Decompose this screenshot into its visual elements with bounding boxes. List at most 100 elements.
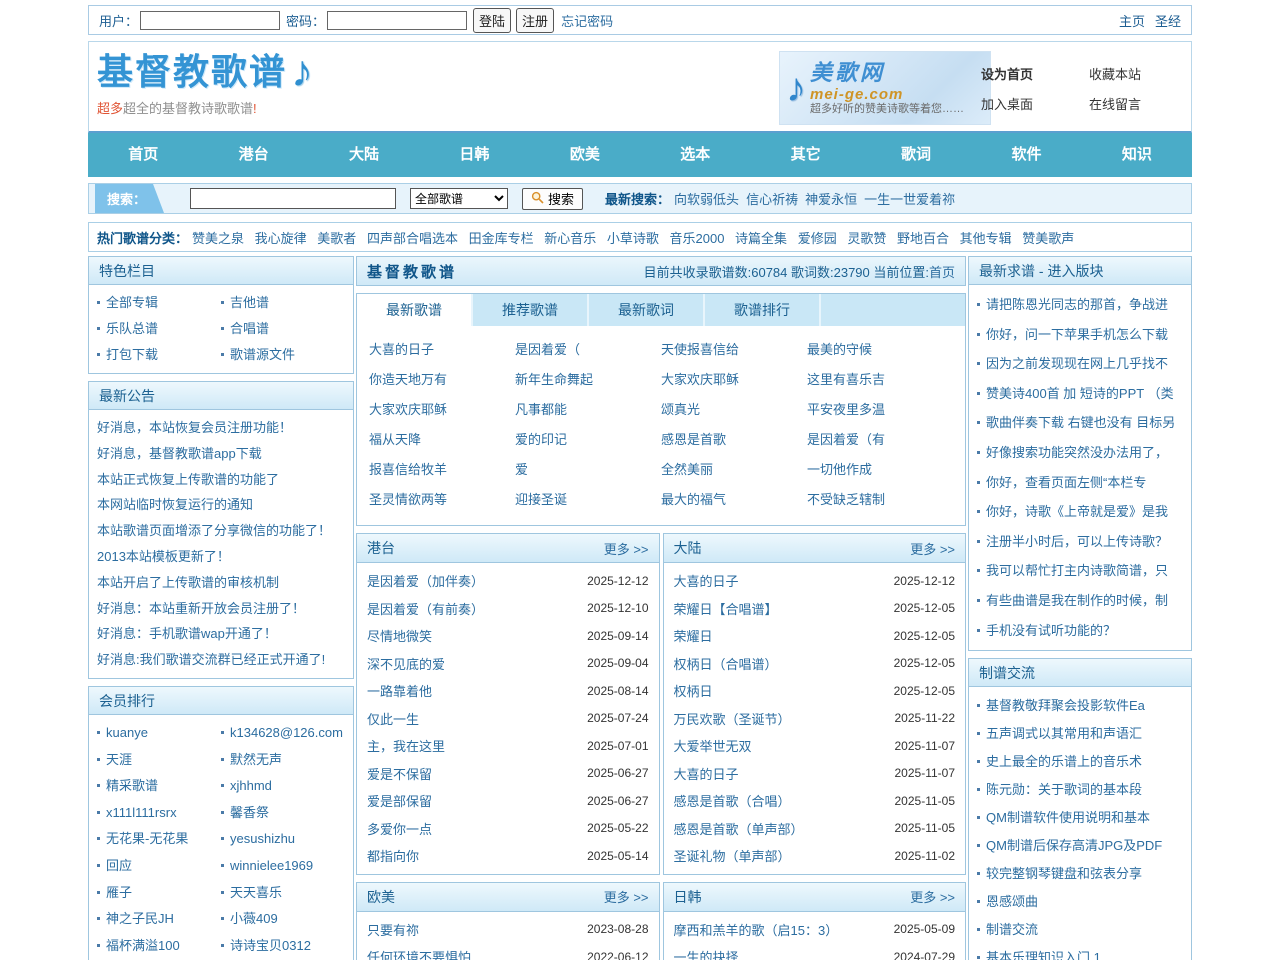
bookmark-site-link[interactable]: 收藏本站 [1089, 64, 1179, 83]
set-homepage-link[interactable]: 设为首页 [981, 64, 1071, 83]
request-link[interactable]: 请把陈恩光同志的那首，争战进 [986, 297, 1168, 312]
request-link[interactable]: 好像搜索功能突然没办法用了， [986, 445, 1168, 460]
song-link[interactable]: 是因着爱（有前奏） [367, 599, 484, 618]
login-button[interactable]: 登陆 [473, 8, 511, 33]
song-link[interactable]: 大喜的日子 [674, 764, 739, 783]
notation-link[interactable]: QM制谱软件使用说明和基本 [986, 810, 1150, 825]
song-link[interactable]: 爱是部保留 [367, 791, 432, 810]
member-link[interactable]: 天涯 [106, 752, 132, 767]
request-link[interactable]: 赞美诗400首 加 短诗的PPT （类 [986, 386, 1174, 401]
tab-latest-lyrics[interactable]: 最新歌词 [589, 294, 705, 326]
song-link[interactable]: 大喜的日子 [674, 571, 739, 590]
member-link[interactable]: 神之子民JH [106, 911, 174, 926]
song-link[interactable]: 爱的印记 [515, 425, 661, 455]
nav-item[interactable]: 软件 [971, 133, 1081, 177]
song-link[interactable]: 多爱你一点 [367, 819, 432, 838]
hot-category-link[interactable]: 其他专辑 [960, 231, 1012, 246]
hot-category-link[interactable]: 赞美之泉 [192, 231, 244, 246]
song-link[interactable]: 只要有祢 [367, 920, 419, 939]
more-link[interactable]: 更多 >> [604, 539, 649, 558]
nav-item[interactable]: 港台 [198, 133, 308, 177]
song-link[interactable]: 福从天降 [369, 425, 515, 455]
request-link[interactable]: 注册半小时后，可以上传诗歌？ [986, 534, 1168, 549]
hot-category-link[interactable]: 小草诗歌 [607, 231, 659, 246]
member-link[interactable]: 小薇409 [230, 911, 278, 926]
register-button[interactable]: 注册 [516, 8, 554, 33]
notation-link[interactable]: 恩感颂曲 [986, 894, 1038, 909]
member-link[interactable]: 福杯满溢100 [106, 938, 180, 953]
nav-item[interactable]: 欧美 [530, 133, 640, 177]
song-link[interactable]: 感恩是首歌（合唱） [674, 791, 791, 810]
announcement-link[interactable]: 好消息，本站恢复会员注册功能！ [97, 420, 292, 435]
song-link[interactable]: 大喜的日子 [369, 335, 515, 365]
announcement-link[interactable]: 本网站临时恢复运行的通知 [97, 497, 253, 512]
song-link[interactable]: 爱 [515, 455, 661, 485]
member-link[interactable]: k134628@126.com [230, 725, 343, 740]
member-link[interactable]: 馨香祭 [230, 805, 269, 820]
song-link[interactable]: 天使报喜信给 [661, 335, 807, 365]
song-link[interactable]: 是因着爱（有 [807, 425, 953, 455]
featured-link[interactable]: 歌谱源文件 [230, 347, 295, 362]
nav-item[interactable]: 日韩 [419, 133, 529, 177]
featured-link[interactable]: 乐队总谱 [106, 321, 158, 336]
hot-category-link[interactable]: 美歌者 [317, 231, 356, 246]
meige-banner[interactable]: ♪ 美歌网 mei-ge.com 超多好听的赞美诗歌等着您…… [779, 51, 991, 125]
more-link[interactable]: 更多 >> [910, 887, 955, 906]
breadcrumb-home-link[interactable]: 首页 [929, 265, 955, 280]
song-link[interactable]: 是因着爱（加伴奏） [367, 571, 484, 590]
song-link[interactable]: 报喜信给牧羊 [369, 455, 515, 485]
featured-link[interactable]: 全部专辑 [106, 295, 158, 310]
search-input[interactable] [190, 188, 396, 209]
forgot-password-link[interactable]: 忘记密码 [561, 11, 613, 30]
tab-score-ranking[interactable]: 歌谱排行 [705, 294, 821, 326]
notation-link[interactable]: 基本乐理知识入门 1 [986, 950, 1101, 960]
song-link[interactable]: 平安夜里多温 [807, 395, 953, 425]
notation-link[interactable]: 较完整钢琴键盘和弦表分享 [986, 866, 1142, 881]
announcement-link[interactable]: 好消息:我们歌谱交流群已经正式开通了! [97, 652, 325, 667]
song-link[interactable]: 全然美丽 [661, 455, 807, 485]
song-link[interactable]: 你造天地万有 [369, 365, 515, 395]
online-message-link[interactable]: 在线留言 [1089, 94, 1179, 113]
tab-recommended-scores[interactable]: 推荐歌谱 [473, 294, 589, 326]
notation-link[interactable]: 五声调式以其常用和声语汇 [986, 726, 1142, 741]
song-link[interactable]: 不受缺乏辖制 [807, 485, 953, 515]
song-link[interactable]: 摩西和羔羊的歌（启15：3） [674, 920, 839, 939]
announcement-link[interactable]: 2013本站模板更新了！ [97, 549, 230, 564]
song-link[interactable]: 荣耀日 [674, 626, 713, 645]
song-link[interactable]: 圣灵情欲两等 [369, 485, 515, 515]
song-link[interactable]: 万民欢歌（圣诞节） [674, 709, 791, 728]
announcement-link[interactable]: 好消息：手机歌谱wap开通了！ [97, 626, 277, 641]
announcement-link[interactable]: 本站歌谱页面增添了分享微信的功能了！ [97, 523, 331, 538]
member-link[interactable]: yesushizhu [230, 831, 295, 846]
hot-category-link[interactable]: 诗篇全集 [735, 231, 787, 246]
latest-search-term-link[interactable]: 神爱永恒 [805, 189, 857, 208]
song-link[interactable]: 权柄日（合唱谱） [674, 654, 778, 673]
song-link[interactable]: 最大的福气 [661, 485, 807, 515]
featured-link[interactable]: 合唱谱 [230, 321, 269, 336]
request-link[interactable]: 因为之前发现现在网上几乎找不 [986, 356, 1168, 371]
member-link[interactable]: xjhhmd [230, 778, 272, 793]
member-link[interactable]: winnielee1969 [230, 858, 313, 873]
more-link[interactable]: 更多 >> [604, 887, 649, 906]
song-link[interactable]: 颂真光 [661, 395, 807, 425]
nav-item[interactable]: 大陆 [309, 133, 419, 177]
request-link[interactable]: 有些曲谱是我在制作的时候，制 [986, 593, 1168, 608]
song-link[interactable]: 大家欢庆耶稣 [369, 395, 515, 425]
announcement-link[interactable]: 本站开启了上传歌谱的审核机制 [97, 575, 279, 590]
announcement-link[interactable]: 本站正式恢复上传歌谱的功能了 [97, 472, 279, 487]
more-link[interactable]: 更多 >> [910, 539, 955, 558]
member-link[interactable]: 无花果-无花果 [106, 831, 188, 846]
search-category-select[interactable]: 全部歌谱 [410, 188, 508, 209]
song-link[interactable]: 最美的守候 [807, 335, 953, 365]
latest-search-term-link[interactable]: 一生一世爱着祢 [864, 189, 955, 208]
nav-item[interactable]: 选本 [640, 133, 750, 177]
latest-search-term-link[interactable]: 信心祈祷 [746, 189, 798, 208]
notation-link[interactable]: 史上最全的乐谱上的音乐术 [986, 754, 1142, 769]
request-link[interactable]: 手机没有试听功能的？ [986, 623, 1116, 638]
announcement-link[interactable]: 好消息，基督教歌谱app下载 [97, 446, 262, 461]
song-link[interactable]: 新年生命舞起 [515, 365, 661, 395]
home-link[interactable]: 主页 [1119, 11, 1145, 30]
song-link[interactable]: 主，我在这里 [367, 736, 445, 755]
password-input[interactable] [327, 11, 467, 30]
member-link[interactable]: 精采歌谱 [106, 778, 158, 793]
